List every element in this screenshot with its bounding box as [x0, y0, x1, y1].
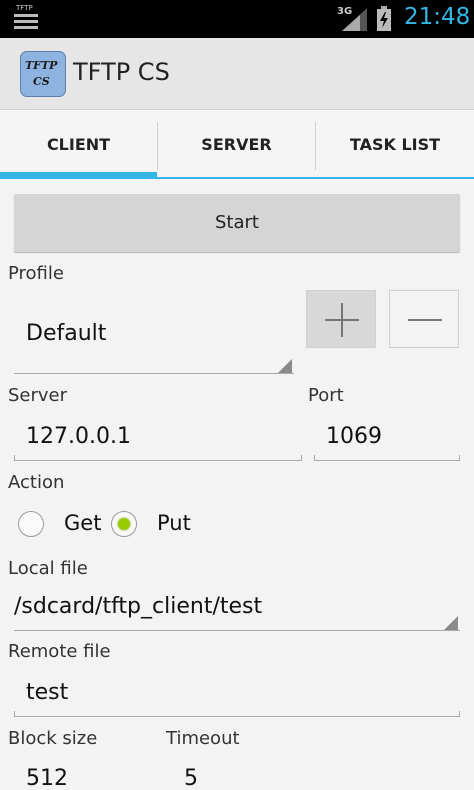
radio-put-label: Put: [157, 511, 191, 535]
remote-file-label: Remote file: [8, 641, 111, 662]
signal-icon: [342, 8, 367, 31]
local-file-spinner[interactable]: /sdcard/tftp_client/test: [14, 590, 460, 632]
add-profile-button[interactable]: [306, 290, 376, 348]
remote-file-input[interactable]: test: [14, 674, 460, 720]
action-label: Action: [8, 472, 65, 493]
radio-get-label: Get: [64, 511, 102, 535]
timeout-label: Timeout: [166, 728, 240, 749]
start-button[interactable]: Start: [14, 194, 460, 252]
status-bar: TFTP 3G 21:48: [0, 0, 474, 38]
action-bar: TFTP CS TFTP CS: [0, 38, 474, 110]
notification-list-icon[interactable]: TFTP: [12, 4, 40, 33]
timeout-input[interactable]: 5: [172, 760, 312, 790]
radio-put[interactable]: Put: [111, 510, 201, 540]
tab-task-list[interactable]: TASK LIST: [316, 110, 474, 182]
remove-profile-button[interactable]: [389, 290, 459, 348]
port-value: 1069: [326, 424, 382, 449]
block-size-label: Block size: [8, 728, 98, 749]
profile-label: Profile: [8, 263, 64, 284]
app-logo-icon[interactable]: TFTP CS: [20, 51, 66, 97]
local-file-label: Local file: [8, 558, 88, 579]
notification-label: TFTP: [16, 4, 33, 12]
server-input[interactable]: 127.0.0.1: [14, 416, 302, 462]
radio-get-circle: [18, 511, 44, 537]
server-value: 127.0.0.1: [26, 424, 131, 449]
port-input[interactable]: 1069: [314, 416, 460, 462]
server-label: Server: [8, 385, 68, 406]
port-label: Port: [308, 385, 344, 406]
app-logo-text-2: CS: [33, 75, 50, 88]
remote-file-value: test: [26, 680, 69, 705]
radio-get[interactable]: Get: [18, 510, 108, 540]
block-size-value: 512: [26, 766, 68, 790]
minus-icon: [408, 319, 442, 321]
profile-spinner[interactable]: Default: [14, 305, 294, 375]
timeout-value: 5: [184, 766, 198, 790]
clock: 21:48: [404, 4, 471, 30]
battery-charging-icon: [377, 6, 391, 31]
spinner-arrow-icon: [444, 616, 458, 630]
app-title: TFTP CS: [73, 58, 170, 86]
tab-server[interactable]: SERVER: [158, 110, 315, 182]
tab-selected-indicator: [0, 172, 157, 179]
spinner-arrow-icon: [278, 359, 292, 373]
local-file-value: /sdcard/tftp_client/test: [14, 594, 263, 619]
app-logo-text-1: TFTP: [25, 59, 58, 72]
plus-icon: [325, 303, 359, 337]
radio-put-circle: [111, 511, 137, 537]
block-size-input[interactable]: 512: [14, 760, 154, 790]
profile-value: Default: [26, 321, 107, 346]
